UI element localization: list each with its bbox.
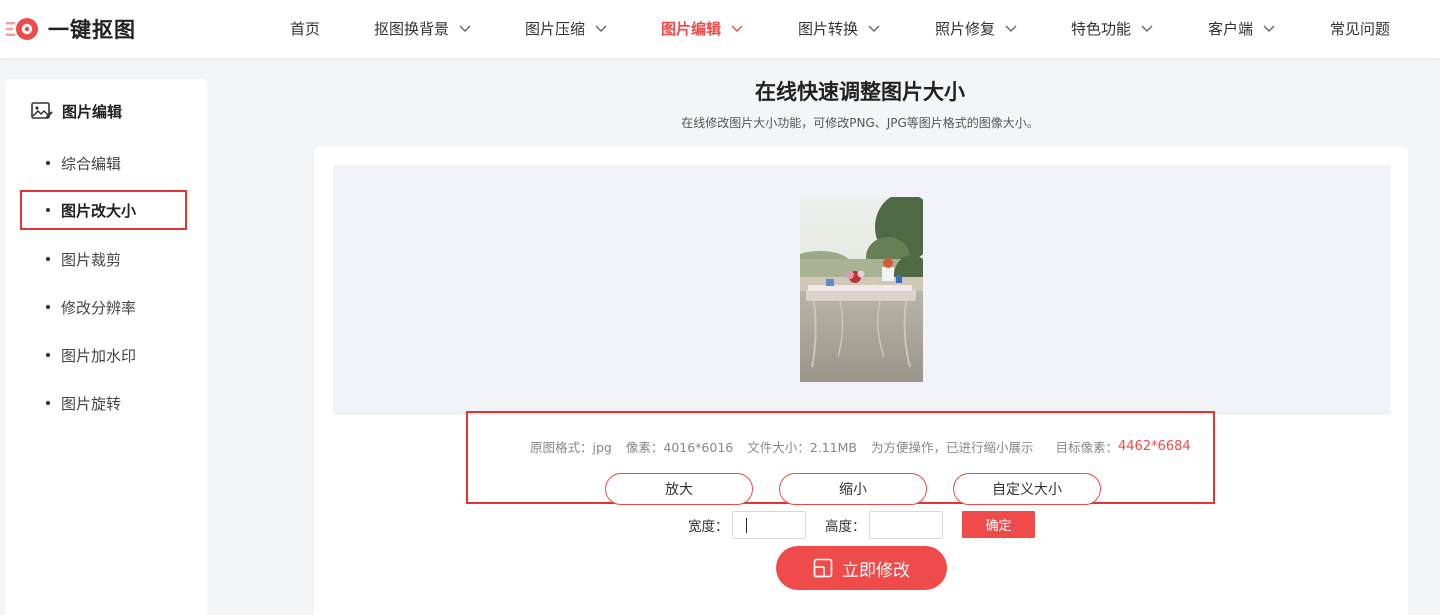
chevron-down-icon <box>1141 25 1153 32</box>
pixels-label: 像素： <box>625 439 664 455</box>
enlarge-button[interactable]: 放大 <box>605 473 753 505</box>
sidebar-title: 图片编辑 <box>62 102 123 121</box>
target-pixels-value: 4462*6684 <box>1118 438 1191 454</box>
sidebar-item-crop[interactable]: 图片裁剪 <box>20 239 187 279</box>
sidebar-item-resize[interactable]: 图片改大小 <box>20 190 187 230</box>
chevron-down-icon <box>459 25 471 32</box>
nav-label: 抠图换背景 <box>374 19 450 38</box>
chevron-down-icon <box>595 25 607 32</box>
top-header: 一键抠图 首页 抠图换背景 图片压缩 图片编辑 图片转换 照片修复 特色功能 客… <box>0 0 1440 58</box>
nav-label: 图片压缩 <box>525 19 586 38</box>
bullet <box>46 353 50 357</box>
confirm-button[interactable]: 确定 <box>962 511 1035 538</box>
nav-item-faq[interactable]: 常见问题 <box>1330 17 1390 39</box>
image-edit-icon <box>31 102 53 119</box>
bullet <box>46 208 50 212</box>
main-nav: 首页 抠图换背景 图片压缩 图片编辑 图片转换 照片修复 特色功能 客户端 常见… <box>0 0 1440 58</box>
nav-item-edit[interactable]: 图片编辑 <box>661 17 744 39</box>
sidebar-header: 图片编辑 <box>31 100 122 122</box>
sidebar: 图片编辑 综合编辑 图片改大小 图片裁剪 修改分辨率 图片加水印 图片旋转 <box>5 79 207 615</box>
nav-label: 特色功能 <box>1071 19 1132 38</box>
page-title: 在线快速调整图片大小 <box>755 80 965 104</box>
chevron-down-icon <box>1263 25 1275 32</box>
size-info: 文件大小：2.11MB <box>747 437 857 456</box>
nav-label: 客户端 <box>1208 19 1254 38</box>
nav-item-home[interactable]: 首页 <box>290 17 320 39</box>
chevron-down-icon <box>1005 25 1017 32</box>
sidebar-item-label: 图片加水印 <box>61 346 137 365</box>
sidebar-item-general-edit[interactable]: 综合编辑 <box>20 143 187 183</box>
bullet <box>46 305 50 309</box>
sidebar-item-label: 图片改大小 <box>61 201 137 220</box>
width-input[interactable] <box>732 511 806 539</box>
height-input[interactable] <box>869 511 943 539</box>
width-label: 宽度： <box>688 519 729 535</box>
sidebar-item-rotate[interactable]: 图片旋转 <box>20 383 187 423</box>
sidebar-item-label: 图片裁剪 <box>61 250 122 269</box>
nav-item-convert[interactable]: 图片转换 <box>798 17 881 39</box>
sidebar-item-watermark[interactable]: 图片加水印 <box>20 335 187 375</box>
format-label: 原图格式： <box>530 439 593 455</box>
size-label: 文件大小： <box>747 439 810 455</box>
nav-label: 图片转换 <box>798 19 859 38</box>
preview-photo <box>800 197 923 382</box>
pixels-value: 4016*6016 <box>663 439 734 455</box>
apply-label: 立即修改 <box>842 560 910 581</box>
bullet <box>46 401 50 405</box>
nav-label: 常见问题 <box>1330 19 1391 38</box>
sidebar-item-resolution[interactable]: 修改分辨率 <box>20 287 187 327</box>
shrink-button[interactable]: 缩小 <box>779 473 927 505</box>
format-value: jpg <box>592 439 612 455</box>
chevron-down-icon <box>868 25 880 32</box>
target-pixels-label: 目标像素： <box>1055 439 1118 455</box>
display-note: 为方便操作，已进行缩小展示 <box>870 439 1034 455</box>
image-info-line: 原图格式：jpg 像素：4016*6016 文件大小：2.11MB 为方便操作，… <box>530 437 1191 455</box>
size-value: 2.11MB <box>809 439 857 455</box>
sidebar-item-label: 修改分辨率 <box>61 298 137 317</box>
nav-item-features[interactable]: 特色功能 <box>1071 17 1154 39</box>
pixels-info: 像素：4016*6016 <box>626 437 733 456</box>
page-subtitle: 在线修改图片大小功能，可修改PNG、JPG等图片格式的图像大小。 <box>681 116 1039 130</box>
nav-item-compress[interactable]: 图片压缩 <box>525 17 608 39</box>
nav-item-repair[interactable]: 照片修复 <box>935 17 1018 39</box>
sidebar-item-label: 图片旋转 <box>61 394 122 413</box>
nav-label: 首页 <box>290 19 321 38</box>
nav-label: 图片编辑 <box>661 19 722 38</box>
format-info: 原图格式：jpg <box>530 437 612 456</box>
resize-icon <box>813 558 833 578</box>
bullet <box>46 257 50 261</box>
sidebar-item-label: 综合编辑 <box>61 154 122 173</box>
nav-label: 照片修复 <box>935 19 996 38</box>
nav-item-cutout[interactable]: 抠图换背景 <box>374 17 472 39</box>
height-label: 高度： <box>825 519 866 535</box>
chevron-down-icon <box>731 25 743 32</box>
bullet <box>46 161 50 165</box>
nav-item-client[interactable]: 客户端 <box>1208 17 1276 39</box>
apply-resize-button[interactable]: 立即修改 <box>776 546 947 590</box>
custom-size-button[interactable]: 自定义大小 <box>953 473 1101 505</box>
text-caret <box>746 518 747 533</box>
